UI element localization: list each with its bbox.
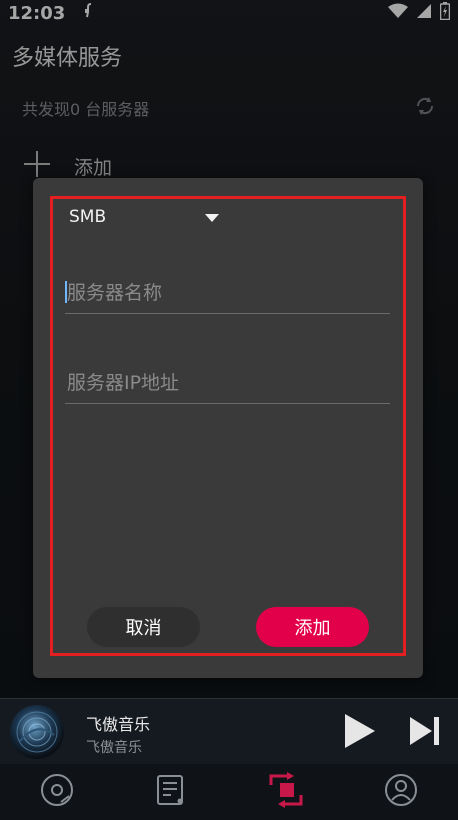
server-ip-field[interactable]	[65, 362, 390, 404]
nav-profile[interactable]	[371, 764, 431, 820]
bottom-nav	[0, 764, 458, 820]
dropdown-arrow-icon	[205, 207, 219, 227]
add-server-dialog: SMB 取消 添加	[33, 178, 423, 678]
playlist-icon	[154, 772, 190, 812]
cancel-button[interactable]: 取消	[87, 607, 200, 647]
music-disc-icon	[39, 772, 75, 812]
play-icon[interactable]	[342, 713, 376, 749]
nav-playlist[interactable]	[142, 764, 202, 820]
server-type-value: SMB	[69, 207, 107, 227]
album-art[interactable]	[10, 705, 64, 759]
dialog-highlight-frame	[50, 196, 406, 656]
mini-player[interactable]: 飞傲音乐 飞傲音乐	[0, 698, 458, 765]
track-artist: 飞傲音乐	[86, 740, 142, 756]
profile-icon	[383, 772, 419, 812]
server-ip-input[interactable]	[65, 371, 390, 395]
server-type-dropdown[interactable]: SMB	[69, 204, 219, 230]
media-server-icon	[267, 771, 305, 813]
next-track-icon[interactable]	[408, 715, 442, 747]
server-name-input[interactable]	[65, 281, 390, 305]
track-title: 飞傲音乐	[86, 715, 151, 734]
nav-music-disc[interactable]	[27, 764, 87, 820]
server-name-field[interactable]	[65, 272, 390, 314]
nav-media-server[interactable]	[256, 764, 316, 820]
add-button[interactable]: 添加	[256, 607, 369, 647]
